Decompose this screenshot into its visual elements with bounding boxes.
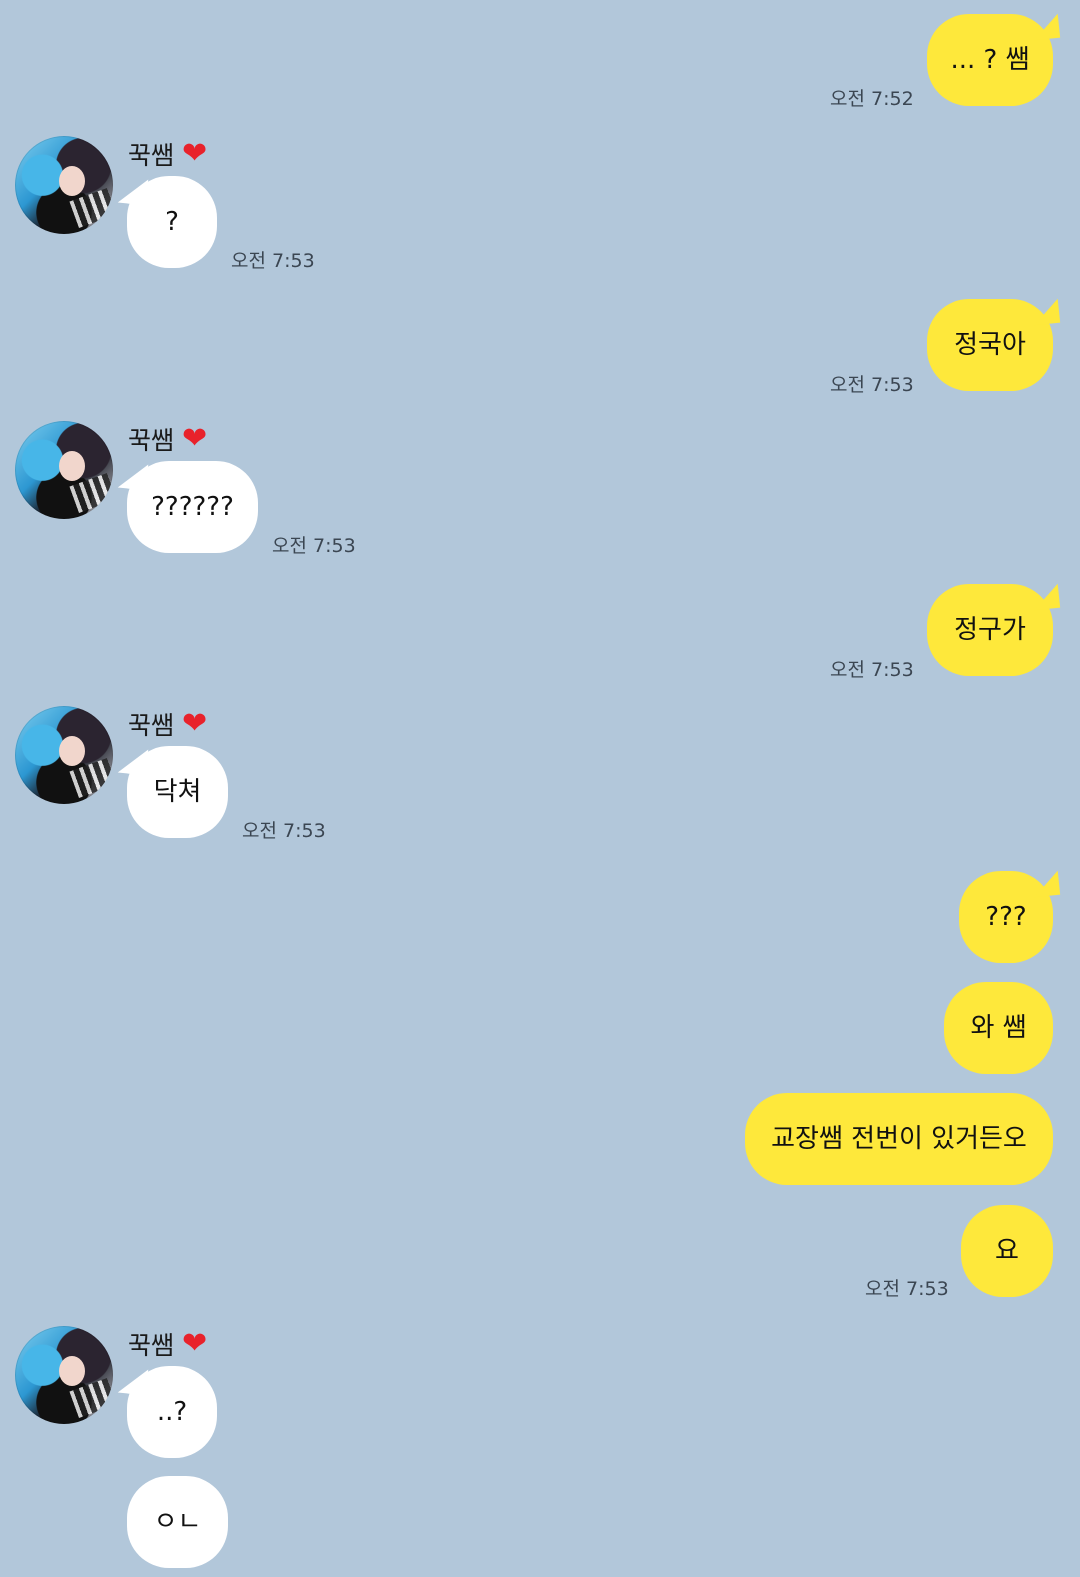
message-text: 정구가 <box>954 615 1026 645</box>
message-timestamp: 오전 7:53 <box>242 820 326 842</box>
contact-message-bubble[interactable]: ?????? <box>127 461 258 553</box>
message-timestamp: 오전 7:52 <box>830 88 914 110</box>
message-text: 요 <box>995 1236 1019 1266</box>
contact-name: 꾹쌤 ❤ <box>128 421 207 457</box>
contact-message-bubble[interactable]: ㅇㄴ <box>127 1476 228 1568</box>
message-timestamp: 오전 7:53 <box>231 250 315 272</box>
message-text: ..? <box>156 1397 188 1427</box>
contact-name-text: 꾹쌤 <box>128 711 175 740</box>
my-message-bubble[interactable]: 교장쌤 전번이 있거든오 <box>745 1093 1053 1185</box>
contact-message-bubble[interactable]: ? <box>127 176 217 268</box>
my-message-bubble[interactable]: 정구가 <box>927 584 1053 676</box>
contact-message-bubble[interactable]: ..? <box>127 1366 217 1458</box>
contact-avatar[interactable] <box>15 706 113 804</box>
contact-avatar[interactable] <box>15 1326 113 1424</box>
heart-icon: ❤ <box>182 136 208 171</box>
message-text: 닥쳐 <box>153 777 202 807</box>
contact-name-text: 꾹쌤 <box>128 1331 175 1360</box>
message-text: ?????? <box>151 492 234 522</box>
heart-icon: ❤ <box>182 1326 208 1361</box>
contact-name: 꾹쌤 ❤ <box>128 136 207 172</box>
contact-name: 꾹쌤 ❤ <box>128 706 207 742</box>
my-message-bubble[interactable]: ??? <box>959 871 1053 963</box>
message-timestamp: 오전 7:53 <box>865 1278 949 1300</box>
message-text: ??? <box>985 902 1027 932</box>
contact-name: 꾹쌤 ❤ <box>128 1326 207 1362</box>
my-message-bubble[interactable]: ... ? 쌤 <box>927 14 1053 106</box>
message-timestamp: 오전 7:53 <box>830 659 914 681</box>
contact-avatar[interactable] <box>15 136 113 234</box>
my-message-bubble[interactable]: 와 쌤 <box>944 982 1053 1074</box>
chat-message-list[interactable]: ... ? 쌤 오전 7:52 꾹쌤 ❤ ? 오전 7:53 정국아 오전 7:… <box>0 0 1080 1577</box>
message-text: ㅇㄴ <box>153 1507 202 1537</box>
heart-icon: ❤ <box>182 421 208 456</box>
contact-message-bubble[interactable]: 닥쳐 <box>127 746 228 838</box>
my-message-bubble[interactable]: 요 <box>961 1205 1053 1297</box>
message-text: 와 쌤 <box>970 1013 1027 1043</box>
heart-icon: ❤ <box>182 706 208 741</box>
message-timestamp: 오전 7:53 <box>272 535 356 557</box>
message-text: 교장쌤 전번이 있거든오 <box>771 1124 1027 1154</box>
contact-avatar[interactable] <box>15 421 113 519</box>
message-timestamp: 오전 7:53 <box>830 374 914 396</box>
message-text: ? <box>165 207 179 237</box>
message-text: ... ? 쌤 <box>950 45 1030 75</box>
my-message-bubble[interactable]: 정국아 <box>927 299 1053 391</box>
contact-name-text: 꾹쌤 <box>128 141 175 170</box>
contact-name-text: 꾹쌤 <box>128 426 175 455</box>
message-text: 정국아 <box>954 330 1026 360</box>
